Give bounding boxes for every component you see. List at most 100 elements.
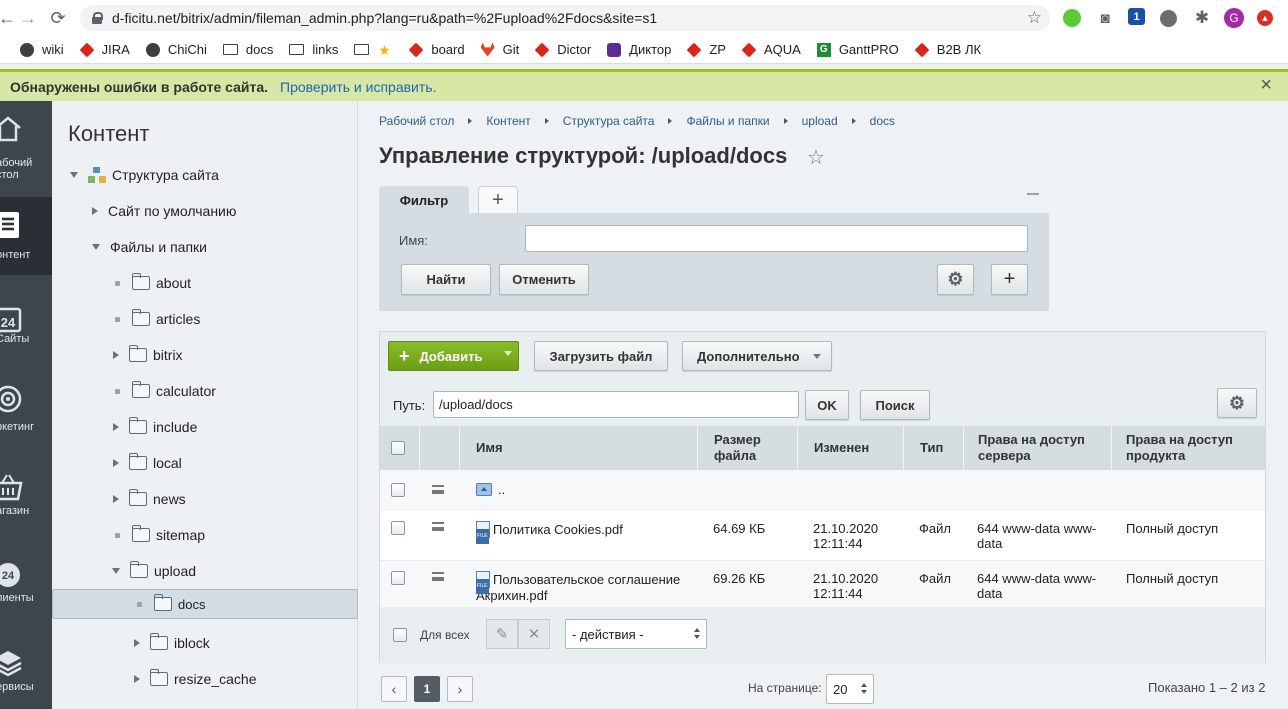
extension-green-icon[interactable] xyxy=(1063,9,1081,27)
bookmark-wiki[interactable]: wiki xyxy=(20,42,64,57)
col-type[interactable]: Тип xyxy=(904,426,964,470)
rail-item-content[interactable]: онтент xyxy=(0,197,52,275)
chevron-down-icon[interactable] xyxy=(112,568,120,574)
filter-name-input[interactable] xyxy=(525,225,1028,252)
close-icon[interactable]: × xyxy=(1260,74,1272,97)
extension-tomato-icon[interactable] xyxy=(1160,10,1177,27)
find-button[interactable]: Найти xyxy=(401,264,491,295)
favorite-star-icon[interactable]: ☆ xyxy=(807,145,825,170)
select-all-checkbox[interactable] xyxy=(391,441,405,455)
tree-item-articles[interactable]: articles xyxy=(52,301,358,337)
upload-file-button[interactable]: Загрузить файл xyxy=(534,341,668,371)
rail-item-marketing[interactable]: ркетинг xyxy=(0,371,52,449)
table-row[interactable]: .. xyxy=(380,470,1265,509)
filter-settings-button[interactable]: ⚙ xyxy=(937,264,974,295)
reload-icon[interactable]: ⟳ xyxy=(47,7,69,29)
address-bar[interactable]: d-ficitu.net/bitrix/admin/fileman_admin.… xyxy=(80,5,1050,31)
next-page-button[interactable]: › xyxy=(447,676,473,702)
add-button[interactable]: + Добавить xyxy=(388,341,519,371)
chevron-right-icon[interactable] xyxy=(134,675,140,683)
bookmark-b2b[interactable]: B2B ЛК xyxy=(914,42,981,57)
for-all-label[interactable]: Для всех xyxy=(420,628,470,642)
bookmark-aqua[interactable]: AQUA xyxy=(741,42,801,57)
bookmark-star-icon[interactable]: ☆ xyxy=(1027,8,1042,28)
fix-errors-link[interactable]: Проверить и исправить. xyxy=(280,79,436,95)
row-checkbox[interactable] xyxy=(391,521,405,535)
table-row[interactable]: Политика Cookies.pdf 64.69 КБ 21.10.2020… xyxy=(380,509,1265,560)
back-icon[interactable]: ← xyxy=(0,7,18,29)
chevron-right-icon[interactable] xyxy=(113,459,119,467)
rail-item-desktop[interactable]: абочийстол xyxy=(0,101,52,181)
table-row[interactable]: Пользовательское соглашение Акрихин.pdf … xyxy=(380,560,1265,607)
bookmark-zp[interactable]: ZP xyxy=(686,42,726,57)
col-modified[interactable]: Изменен xyxy=(798,426,904,470)
bookmark-ganttpro[interactable]: G GanttPRO xyxy=(816,42,899,57)
row-checkbox[interactable] xyxy=(391,571,405,585)
add-filter-field-button[interactable]: + xyxy=(991,264,1028,295)
search-button[interactable]: Поиск xyxy=(860,390,930,420)
row-menu-icon[interactable] xyxy=(432,522,444,531)
more-button[interactable]: Дополнительно xyxy=(682,341,832,371)
extension-badge-icon[interactable]: 1 xyxy=(1128,8,1145,25)
prev-page-button[interactable]: ‹ xyxy=(381,676,407,702)
chevron-right-icon[interactable] xyxy=(92,207,98,215)
edit-pencil-icon[interactable]: ✎ xyxy=(486,619,518,649)
tree-item-bitrix[interactable]: bitrix xyxy=(52,337,358,373)
list-settings-button[interactable]: ⚙ xyxy=(1217,388,1257,418)
bookmark-chichi[interactable]: ChiChi xyxy=(145,42,207,57)
actions-select[interactable]: - действия - xyxy=(565,619,707,649)
col-server-rights[interactable]: Права на доступ сервера xyxy=(964,426,1112,470)
tree-item-about[interactable]: about xyxy=(52,265,358,301)
bookmark-dictor[interactable]: Dictor xyxy=(534,42,591,57)
rail-item-services[interactable]: ервисы xyxy=(0,635,52,709)
chevron-right-icon[interactable] xyxy=(113,423,119,431)
bookmark-board[interactable]: board xyxy=(408,42,465,57)
row-menu-icon[interactable] xyxy=(432,485,444,494)
row-checkbox[interactable] xyxy=(391,483,405,497)
camera-icon[interactable]: ◙ xyxy=(1095,8,1115,28)
col-product-rights[interactable]: Права на доступ продукта xyxy=(1112,426,1265,470)
tree-item-local[interactable]: local xyxy=(52,445,358,481)
breadcrumb-item[interactable]: Файлы и папки xyxy=(686,114,769,128)
path-input[interactable] xyxy=(433,391,799,418)
collapse-filter-icon[interactable] xyxy=(1027,193,1039,195)
file-name-link[interactable]: Пользовательское соглашение Акрихин.pdf xyxy=(476,571,696,603)
lock-icon[interactable] xyxy=(92,12,103,24)
tree-item-site-structure[interactable]: Структура сайта xyxy=(52,157,358,193)
bookmark-starred[interactable]: ★ xyxy=(354,43,393,57)
bookmark-jira[interactable]: JIRA xyxy=(79,42,130,57)
breadcrumb-item[interactable]: Структура сайта xyxy=(563,114,655,128)
delete-x-icon[interactable]: ✕ xyxy=(518,619,550,649)
per-page-select[interactable]: 20 xyxy=(826,674,874,704)
bookmark-diktor[interactable]: Диктор xyxy=(607,42,671,57)
tree-item-files-folders[interactable]: Файлы и папки xyxy=(52,229,358,265)
tree-item-iblock[interactable]: iblock xyxy=(52,625,358,661)
rail-item-clients[interactable]: 24 лиенты xyxy=(0,547,52,625)
tree-item-docs[interactable]: docs xyxy=(52,589,358,619)
chevron-right-icon[interactable] xyxy=(113,495,119,503)
bookmark-docs[interactable]: docs xyxy=(222,42,273,57)
breadcrumb-item[interactable]: upload xyxy=(802,114,838,128)
profile-avatar[interactable]: G xyxy=(1224,8,1244,28)
rail-item-sites[interactable]: 24 Сайты xyxy=(0,291,52,369)
cancel-button[interactable]: Отменить xyxy=(499,264,589,295)
parent-dir-link[interactable]: .. xyxy=(476,482,505,497)
tree-item-upload[interactable]: upload xyxy=(52,553,358,589)
ok-button[interactable]: OK xyxy=(805,390,849,420)
puzzle-icon[interactable]: ✱ xyxy=(1192,8,1212,28)
chevron-down-icon[interactable] xyxy=(92,244,100,250)
forward-icon[interactable]: → xyxy=(17,7,39,29)
page-1-button[interactable]: 1 xyxy=(414,676,440,702)
row-menu-icon[interactable] xyxy=(432,572,444,581)
col-name[interactable]: Имя xyxy=(460,426,698,470)
add-filter-tab-button[interactable]: + xyxy=(478,186,518,214)
col-size[interactable]: Размер файла xyxy=(698,426,798,470)
breadcrumb-item[interactable]: Рабочий стол xyxy=(379,114,454,128)
bookmark-git[interactable]: Git xyxy=(480,42,519,57)
chevron-right-icon[interactable] xyxy=(113,351,119,359)
file-name-link[interactable]: Политика Cookies.pdf xyxy=(476,521,696,544)
breadcrumb-item[interactable]: docs xyxy=(870,114,895,128)
tree-item-calculator[interactable]: calculator xyxy=(52,373,358,409)
select-all-footer-checkbox[interactable] xyxy=(393,628,407,642)
chevron-down-icon[interactable] xyxy=(70,172,78,178)
